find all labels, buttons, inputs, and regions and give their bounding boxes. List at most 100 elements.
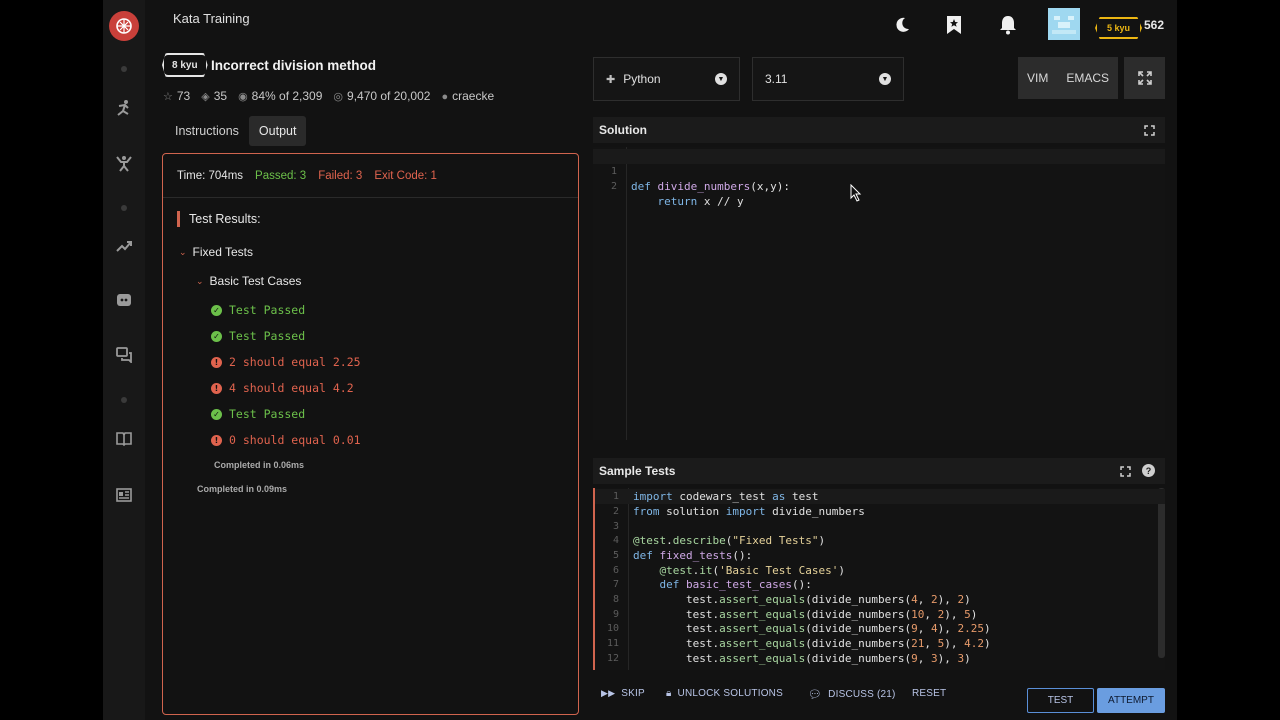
theme-toggle-moon-icon[interactable]	[893, 10, 911, 40]
reset-label: RESET	[912, 688, 947, 699]
version-value: 3.11	[765, 72, 788, 86]
alert-circle-icon: !	[211, 434, 222, 446]
vim-mode-button[interactable]: VIM	[1027, 71, 1048, 85]
completions-value: 9,470 of 20,002	[347, 89, 431, 103]
codewars-logo-icon[interactable]	[109, 11, 139, 41]
fast-forward-icon: ▶▶	[601, 688, 616, 698]
check-circle-icon: ✓	[211, 304, 222, 316]
result-text: 4 should equal 4.2	[229, 381, 354, 395]
user-icon: ●	[441, 91, 449, 103]
fullscreen-button[interactable]	[1124, 57, 1165, 99]
stars-stat[interactable]: ☆ 73	[163, 89, 190, 103]
line-number: 2	[612, 506, 619, 517]
code-text: def basic_test_cases():	[659, 578, 812, 591]
author-stat[interactable]: ● craecke	[441, 89, 494, 103]
solution-editor[interactable]: 1 def divide_numbers(x,y): 2 return x //…	[593, 147, 1165, 440]
blog-newspaper-icon[interactable]	[114, 485, 134, 505]
skip-label: SKIP	[621, 688, 645, 699]
line-number: 12	[606, 653, 619, 664]
help-icon[interactable]: ?	[1142, 464, 1155, 477]
line-number: 3	[612, 521, 619, 532]
version-select[interactable]: 3.11 ▼	[752, 57, 904, 101]
basic-test-cases-group[interactable]: ⌄ Basic Test Cases	[196, 274, 301, 288]
lock-icon: 🔒︎	[666, 688, 672, 699]
discuss-button[interactable]: 💬︎ DISCUSS (21)	[808, 688, 896, 701]
fixed-tests-group[interactable]: ⌄ Fixed Tests	[179, 245, 253, 259]
line-number: 9	[612, 609, 619, 620]
kata-stats: ☆ 73 ◈ 35 ◉ 84% of 2,309 ◎ 9,470 of 20,002 ●…	[163, 89, 494, 103]
check-circle-icon: ✓	[211, 330, 222, 342]
discuss-label: DISCUSS (21)	[828, 689, 896, 700]
collections-count: 35	[213, 89, 228, 103]
code-line: 2 from solution import divide_numbers	[595, 504, 1165, 519]
sidebar-divider	[121, 205, 127, 211]
user-rank-badge: 5 kyu	[1095, 13, 1143, 43]
line-number: 6	[612, 565, 619, 576]
practice-icon[interactable]	[114, 98, 134, 118]
attempt-button[interactable]: ATTEMPT	[1097, 688, 1165, 713]
alert-circle-icon: !	[211, 382, 222, 394]
unlock-label: UNLOCK SOLUTIONS	[677, 688, 783, 699]
kata-rank-badge: 8 kyu	[162, 53, 208, 77]
sidebar	[103, 0, 145, 720]
satisfaction-stat: ◉ 84% of 2,309	[238, 89, 322, 103]
check-circle-icon: ✓	[211, 408, 222, 420]
discussion-icon[interactable]	[114, 344, 134, 364]
solution-panel-header: Solution	[593, 117, 1165, 143]
dojo-icon[interactable]	[114, 153, 134, 173]
language-select[interactable]: ✚ Python ▼	[593, 57, 740, 101]
code-line: 12 test.assert_equals(divide_numbers(9, …	[595, 651, 1165, 666]
test-result-item: ✓ Test Passed	[211, 303, 305, 317]
subgroup-label: Basic Test Cases	[209, 274, 302, 288]
chevron-down-icon: ⌄	[179, 246, 187, 257]
star-icon: ☆	[163, 91, 173, 103]
leaderboard-trend-icon[interactable]	[114, 236, 134, 256]
passed-count: Passed: 3	[255, 169, 307, 182]
result-text: Test Passed	[229, 329, 306, 343]
line-number: 7	[612, 579, 619, 590]
code-text: @test.it('Basic Test Cases')	[659, 564, 845, 577]
code-text: @test.describe("Fixed Tests")	[633, 534, 826, 547]
expand-icon	[1137, 71, 1152, 85]
code-line: 2 return x // y	[593, 164, 1165, 208]
expand-icon[interactable]	[1144, 125, 1155, 136]
code-line: 6 @test.it('Basic Test Cases')	[595, 563, 1165, 578]
code-text: import codewars_test as test	[633, 490, 819, 503]
failed-count: Failed: 3	[318, 169, 363, 182]
line-number: 2	[610, 181, 617, 192]
result-text: 0 should equal 0.01	[229, 433, 361, 447]
kata-rank-label: 8 kyu	[162, 53, 208, 77]
rank-badge-label: 5 kyu	[1095, 17, 1143, 39]
notifications-bell-icon[interactable]	[999, 10, 1017, 40]
line-number: 11	[606, 638, 619, 649]
sample-tests-editor[interactable]: 1 import codewars_test as test 2 from solu…	[593, 488, 1165, 670]
code-line: 9 test.assert_equals(divide_numbers(10, …	[595, 607, 1165, 622]
code-line: 8 test.assert_equals(divide_numbers(4, 2…	[595, 592, 1165, 607]
exit-code: Exit Code: 1	[374, 169, 437, 182]
tab-instructions[interactable]: Instructions	[165, 116, 249, 146]
collections-stat[interactable]: ◈ 35	[201, 89, 227, 103]
discord-icon[interactable]	[114, 290, 134, 310]
expand-icon[interactable]	[1120, 466, 1131, 477]
test-result-item: ✓ Test Passed	[211, 329, 305, 343]
output-panel: Time: 704ms Passed: 3 Failed: 3 Exit Cod…	[162, 153, 579, 715]
line-number: 1	[612, 491, 619, 502]
author-name: craecke	[452, 89, 495, 103]
inner-completed-time: Completed in 0.06ms	[214, 460, 305, 470]
unlock-solutions-button[interactable]: 🔒︎ UNLOCK SOLUTIONS	[666, 688, 783, 699]
result-text: Test Passed	[229, 407, 306, 421]
test-button[interactable]: TEST	[1027, 688, 1094, 713]
code-line: 4 @test.describe("Fixed Tests")	[595, 533, 1165, 548]
bookmark-icon[interactable]	[946, 10, 962, 40]
test-results-heading: Test Results:	[177, 211, 261, 227]
docs-book-icon[interactable]	[114, 428, 134, 448]
sidebar-divider	[121, 397, 127, 403]
line-number: 8	[612, 594, 619, 605]
reset-button[interactable]: RESET	[912, 688, 946, 699]
skip-button[interactable]: ▶▶ SKIP	[601, 688, 645, 699]
stars-count: 73	[176, 89, 191, 103]
tab-output[interactable]: Output	[248, 116, 307, 146]
user-avatar[interactable]	[1048, 8, 1080, 40]
emacs-mode-button[interactable]: EMACS	[1066, 71, 1109, 85]
language-value: Python	[623, 72, 661, 86]
